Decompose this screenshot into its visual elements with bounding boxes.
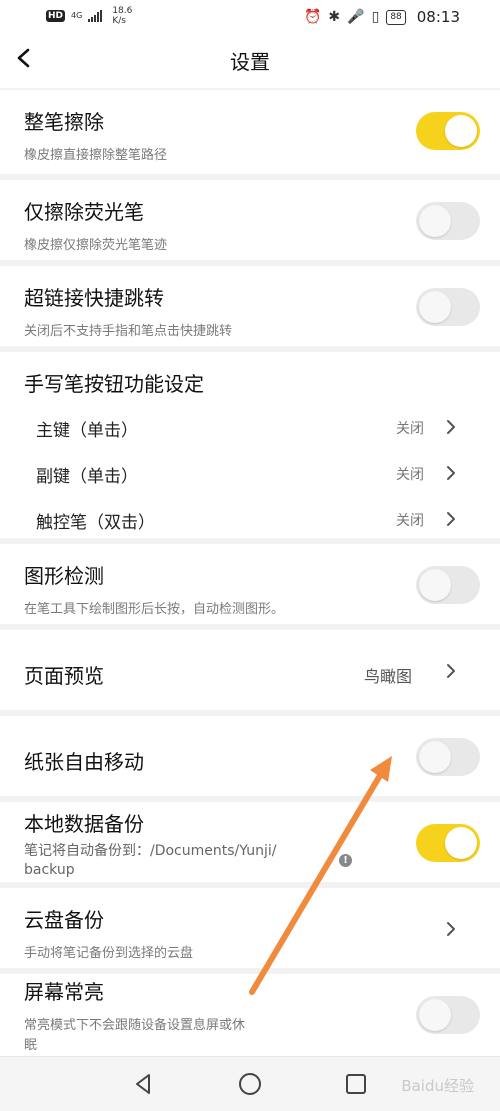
pen-button-value: 关闭 (396, 513, 424, 529)
setting-page-preview[interactable]: 页面预览 鸟瞰图 (0, 624, 500, 710)
alarm-icon: ⏰ (303, 9, 322, 25)
setting-title: 图形检测 (24, 564, 104, 588)
app-header: 设置 (0, 34, 500, 84)
setting-title: 仅擦除荧光笔 (24, 200, 144, 224)
watermark: Baidu经验 (401, 1077, 474, 1095)
page-title: 设置 (230, 50, 270, 74)
pen-button-item-double-tap[interactable]: 触控笔（双击） 关闭 (0, 498, 500, 542)
setting-subtitle: 关闭后不支持手指和笔点击快捷跳转 (24, 324, 233, 339)
paper-move-toggle[interactable] (416, 738, 480, 776)
status-right: ⏰ ✱ 🎤 ▯ 88 08:13 (304, 8, 460, 26)
setting-shape-detect[interactable]: 图形检测 在笔工具下绘制图形后长按，自动检测图形。 (0, 538, 500, 624)
circle-home-icon[interactable] (237, 1071, 263, 1097)
setting-subtitle: 橡皮擦直接擦除整笔路径 (24, 148, 168, 163)
setting-subtitle-line1: 笔记将自动备份到：/Documents/Yunji/ (24, 843, 277, 859)
chevron-right-icon (447, 466, 455, 480)
page-preview-value: 鸟瞰图 (363, 667, 412, 686)
setting-title: 本地数据备份 (24, 812, 144, 836)
setting-hyperlink-jump[interactable]: 超链接快捷跳转 关闭后不支持手指和笔点击快捷跳转 (0, 260, 500, 346)
pen-button-value: 关闭 (396, 467, 424, 483)
screen-on-toggle[interactable] (416, 996, 480, 1034)
network-type: 4G (71, 11, 83, 20)
hd-badge: HD (46, 10, 66, 22)
setting-paper-move[interactable]: 纸张自由移动 (0, 710, 500, 796)
setting-title: 整笔擦除 (24, 110, 104, 134)
whole-erase-toggle[interactable] (416, 112, 480, 150)
hyperlink-jump-toggle[interactable] (416, 288, 480, 326)
setting-subtitle-line2: backup (24, 862, 75, 878)
network-speed: 18.6 K/s (112, 6, 132, 26)
battery-icon: 88 (386, 9, 406, 25)
setting-cloud-backup[interactable]: 云盘备份 手动将笔记备份到选择的云盘 (0, 882, 500, 968)
chevron-right-icon (447, 922, 455, 936)
microphone-icon: 🎤 (347, 9, 365, 25)
triangle-back-icon[interactable] (130, 1071, 156, 1097)
setting-title: 超链接快捷跳转 (24, 286, 164, 310)
pen-button-item-primary[interactable]: 主键（单击） 关闭 (0, 406, 500, 450)
setting-pen-button: 手写笔按钮功能设定 主键（单击） 关闭 副键（单击） 关闭 触控笔（双击） 关闭 (0, 346, 500, 538)
highlighter-erase-toggle[interactable] (416, 202, 480, 240)
pen-button-label: 副键（单击） (36, 467, 138, 487)
setting-whole-erase[interactable]: 整笔擦除 橡皮擦直接擦除整笔路径 (0, 88, 500, 174)
vibrate-icon: ▯ (371, 9, 380, 25)
setting-subtitle-line2: 眠 (24, 1038, 38, 1053)
status-time: 08:13 (416, 8, 460, 26)
pen-button-item-secondary[interactable]: 副键（单击） 关闭 (0, 452, 500, 496)
local-backup-toggle[interactable] (416, 824, 480, 862)
setting-subtitle: 在笔工具下绘制图形后长按，自动检测图形。 (24, 602, 285, 617)
pen-button-value: 关闭 (396, 421, 424, 437)
setting-subtitle-line1: 常亮模式下不会跟随设备设置息屏或休 (24, 1018, 246, 1033)
setting-highlighter-erase[interactable]: 仅擦除荧光笔 橡皮擦仅擦除荧光笔笔迹 (0, 174, 500, 260)
chevron-right-icon (447, 420, 455, 434)
setting-title: 云盘备份 (24, 908, 104, 932)
square-recents-icon[interactable] (343, 1071, 369, 1097)
setting-title: 页面预览 (24, 664, 104, 688)
setting-screen-on[interactable]: 屏幕常亮 常亮模式下不会跟随设备设置息屏或休 眠 (0, 968, 500, 1054)
pen-button-label: 触控笔（双击） (36, 513, 155, 533)
settings-list: 整笔擦除 橡皮擦直接擦除整笔路径 仅擦除荧光笔 橡皮擦仅擦除荧光笔笔迹 超链接快… (0, 88, 500, 1054)
status-bar: HD 4G 18.6 K/s ⏰ ✱ 🎤 ▯ 88 08:13 (0, 0, 500, 34)
section-title: 手写笔按钮功能设定 (24, 372, 204, 396)
bluetooth-icon: ✱ (328, 9, 341, 25)
network-speed-value: 18.6 (112, 6, 133, 16)
pen-button-label: 主键（单击） (36, 421, 138, 441)
system-nav-bar: Baidu经验 (0, 1056, 500, 1111)
signal-icon (88, 10, 103, 22)
setting-local-backup[interactable]: 本地数据备份 笔记将自动备份到：/Documents/Yunji/ backup (0, 796, 500, 882)
setting-subtitle: 手动将笔记备份到选择的云盘 (24, 946, 194, 961)
setting-title: 纸张自由移动 (24, 750, 144, 774)
chevron-right-icon (447, 512, 455, 526)
setting-title: 屏幕常亮 (24, 980, 104, 1004)
network-speed-unit: K/s (112, 16, 126, 26)
status-left: HD 4G 18.6 K/s (46, 6, 132, 26)
shape-detect-toggle[interactable] (416, 566, 480, 604)
chevron-right-icon (447, 664, 455, 678)
setting-subtitle: 橡皮擦仅擦除荧光笔笔迹 (24, 238, 168, 253)
info-icon[interactable]: ! (339, 854, 352, 867)
